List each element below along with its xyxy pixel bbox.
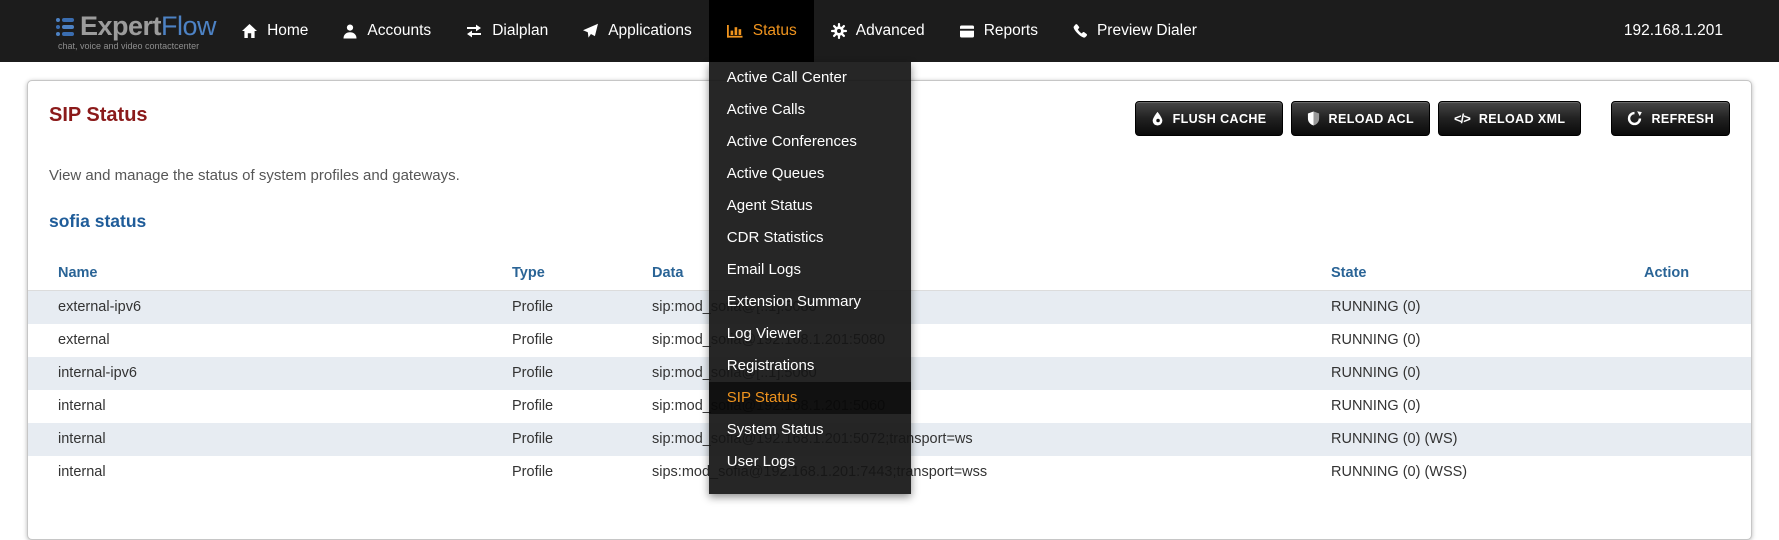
- state-cell: RUNNING (0) (WS): [1301, 423, 1614, 456]
- menu-item-system-status[interactable]: System Status: [709, 414, 911, 446]
- menu-item-extension-summary[interactable]: Extension Summary: [709, 286, 911, 318]
- profile-name-link[interactable]: internal: [28, 423, 482, 456]
- menu-item-active-queues[interactable]: Active Queues: [709, 158, 911, 190]
- column-header-action: Action: [1614, 255, 1751, 291]
- type-cell: Profile: [482, 291, 622, 324]
- shield-icon: [1307, 111, 1320, 126]
- home-icon: [241, 23, 258, 39]
- flush-icon: [1151, 111, 1164, 126]
- code-icon: </>: [1454, 111, 1470, 126]
- phone-icon: [1072, 23, 1088, 39]
- profile-name-link[interactable]: internal-ipv6: [28, 357, 482, 390]
- server-ip: 192.168.1.201: [1624, 0, 1779, 62]
- action-cell: [1614, 423, 1751, 456]
- button-label: REFRESH: [1651, 112, 1714, 126]
- action-cell: [1614, 291, 1751, 324]
- menu-item-active-call-center[interactable]: Active Call Center: [709, 62, 911, 94]
- user-icon: [342, 23, 358, 39]
- reload-acl-button[interactable]: RELOAD ACL: [1291, 101, 1430, 136]
- profile-name-link[interactable]: external-ipv6: [28, 291, 482, 324]
- reload-xml-button[interactable]: </> RELOAD XML: [1438, 101, 1581, 136]
- nav-label: Applications: [608, 22, 692, 40]
- type-cell: Profile: [482, 423, 622, 456]
- nav-item-dialplan[interactable]: Dialplan: [448, 0, 565, 62]
- button-label: RELOAD XML: [1479, 112, 1566, 126]
- profile-name-link[interactable]: external: [28, 324, 482, 357]
- nav-item-accounts[interactable]: Accounts: [325, 0, 448, 62]
- state-cell: RUNNING (0): [1301, 291, 1614, 324]
- menu-item-email-logs[interactable]: Email Logs: [709, 254, 911, 286]
- flush-cache-button[interactable]: FLUSH CACHE: [1135, 101, 1283, 136]
- nav-item-home[interactable]: Home: [224, 0, 325, 62]
- type-cell: Profile: [482, 324, 622, 357]
- nav-label: Reports: [984, 22, 1038, 40]
- type-cell: Profile: [482, 357, 622, 390]
- profile-name-link[interactable]: internal: [28, 456, 482, 489]
- action-cell: [1614, 357, 1751, 390]
- state-cell: RUNNING (0): [1301, 324, 1614, 357]
- column-header-state: State: [1301, 255, 1614, 291]
- nav-item-status[interactable]: Status Active Call Center Active Calls A…: [709, 0, 814, 62]
- nav-menu: Home Accounts Dialplan Applications: [224, 0, 1214, 62]
- nav-label: Home: [267, 22, 308, 40]
- brand-expert: Expert: [80, 11, 161, 42]
- state-cell: RUNNING (0): [1301, 390, 1614, 423]
- button-label: RELOAD ACL: [1329, 112, 1414, 126]
- window-icon: [959, 24, 975, 39]
- type-cell: Profile: [482, 456, 622, 489]
- menu-item-user-logs[interactable]: User Logs: [709, 446, 911, 478]
- action-cell: [1614, 456, 1751, 489]
- nav-item-preview-dialer[interactable]: Preview Dialer: [1055, 0, 1214, 62]
- toolbar: FLUSH CACHE RELOAD ACL </> RELOAD XML: [1135, 101, 1730, 136]
- paper-plane-icon: [582, 23, 599, 39]
- nav-label: Accounts: [367, 22, 431, 40]
- nav-label: Status: [753, 22, 797, 40]
- menu-item-log-viewer[interactable]: Log Viewer: [709, 318, 911, 350]
- nav-item-advanced[interactable]: Advanced: [814, 0, 942, 62]
- column-header-type: Type: [482, 255, 622, 291]
- state-cell: RUNNING (0) (WSS): [1301, 456, 1614, 489]
- nav-label: Preview Dialer: [1097, 22, 1197, 40]
- refresh-button[interactable]: REFRESH: [1611, 101, 1730, 136]
- nav-label: Advanced: [856, 22, 925, 40]
- action-cell: [1614, 324, 1751, 357]
- status-dropdown-menu: Active Call Center Active Calls Active C…: [709, 62, 911, 494]
- state-cell: RUNNING (0): [1301, 357, 1614, 390]
- menu-item-registrations[interactable]: Registrations: [709, 350, 911, 382]
- page-title: SIP Status: [49, 104, 148, 127]
- nav-item-reports[interactable]: Reports: [942, 0, 1055, 62]
- bar-chart-icon: [726, 24, 744, 39]
- expertflow-logo[interactable]: ExpertFlow chat, voice and video contact…: [0, 0, 216, 62]
- refresh-icon: [1627, 111, 1642, 126]
- button-label: FLUSH CACHE: [1173, 112, 1267, 126]
- top-navbar: ExpertFlow chat, voice and video contact…: [0, 0, 1779, 62]
- menu-item-sip-status[interactable]: SIP Status: [709, 382, 911, 414]
- menu-item-agent-status[interactable]: Agent Status: [709, 190, 911, 222]
- brand-flow: Flow: [161, 11, 216, 42]
- menu-item-cdr-statistics[interactable]: CDR Statistics: [709, 222, 911, 254]
- profile-name-link[interactable]: internal: [28, 390, 482, 423]
- action-cell: [1614, 390, 1751, 423]
- column-header-name: Name: [28, 255, 482, 291]
- nav-label: Dialplan: [492, 22, 548, 40]
- menu-item-active-calls[interactable]: Active Calls: [709, 94, 911, 126]
- nav-item-applications[interactable]: Applications: [565, 0, 709, 62]
- gear-icon: [831, 23, 847, 39]
- logo-tagline: chat, voice and video contactcenter: [55, 41, 216, 51]
- logo-row: ExpertFlow: [55, 11, 216, 42]
- arrows-exchange-icon: [465, 23, 483, 39]
- logo-dots-icon: [55, 16, 75, 38]
- menu-item-active-conferences[interactable]: Active Conferences: [709, 126, 911, 158]
- type-cell: Profile: [482, 390, 622, 423]
